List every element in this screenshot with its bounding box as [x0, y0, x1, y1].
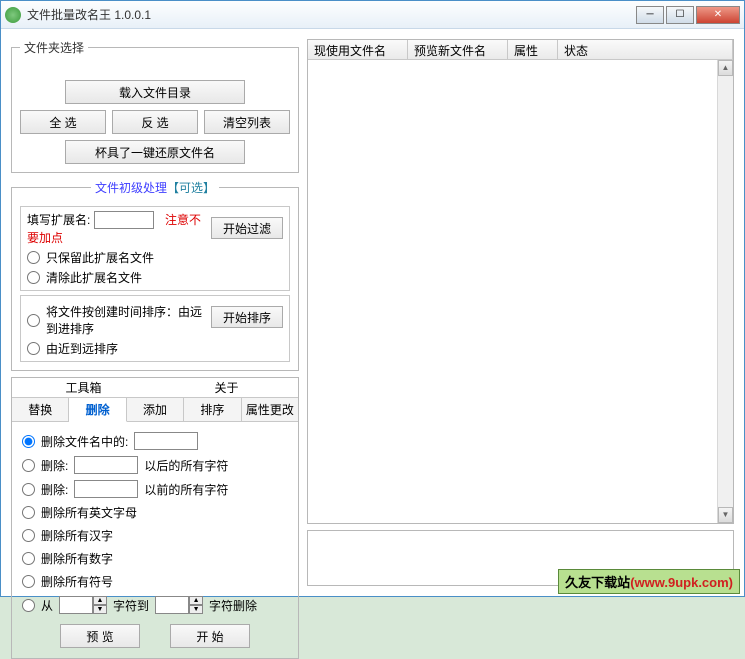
del-digits-radio[interactable]	[22, 552, 35, 565]
range-from-spinner[interactable]: ▲▼	[59, 596, 107, 614]
listview-header: 现使用文件名 预览新文件名 属性 状态	[308, 40, 733, 60]
delete-tab-body: 删除文件名中的: 删除:以后的所有字符 删除:以前的所有字符 删除所有英文字母 …	[12, 422, 298, 658]
del-range-radio[interactable]	[22, 599, 35, 612]
app-window: 文件批量改名王 1.0.0.1 ─ ☐ ✕ 文件夹选择 载入文件目录 全 选 反…	[0, 0, 745, 597]
sort-near-radio[interactable]	[27, 342, 40, 355]
tools-tabs: 工具箱 关于 替换 删除 添加 排序 属性更改 删除文件名中的: 删除:以后的所…	[11, 377, 299, 659]
del-hanzi-radio[interactable]	[22, 529, 35, 542]
tab-add[interactable]: 添加	[127, 398, 184, 421]
start-filter-button[interactable]: 开始过滤	[211, 217, 283, 239]
clear-ext-radio[interactable]	[27, 271, 40, 284]
toolbox-tab[interactable]: 工具箱	[12, 378, 155, 397]
scroll-track[interactable]	[718, 76, 733, 507]
minimize-button[interactable]: ─	[636, 6, 664, 24]
preview-button[interactable]: 预 览	[60, 624, 140, 648]
range-from-input[interactable]	[59, 596, 93, 614]
file-listview[interactable]: 现使用文件名 预览新文件名 属性 状态 ▲ ▼	[307, 39, 734, 524]
top-tabs: 工具箱 关于	[12, 378, 298, 398]
tab-replace[interactable]: 替换	[12, 398, 69, 421]
col-current-name[interactable]: 现使用文件名	[308, 40, 408, 59]
left-panel: 文件夹选择 载入文件目录 全 选 反 选 清空列表 杯具了一键还原文件名 文件初…	[11, 39, 299, 586]
folder-select-group: 文件夹选择 载入文件目录 全 选 反 选 清空列表 杯具了一键还原文件名	[11, 39, 299, 173]
preprocess-group: 文件初级处理【可选】 填写扩展名: 注意不要加点 只保留此扩展名文件 清除此扩展…	[11, 179, 299, 371]
col-preview-name[interactable]: 预览新文件名	[408, 40, 508, 59]
down-icon[interactable]: ▼	[93, 605, 107, 614]
restore-names-button[interactable]: 杯具了一键还原文件名	[65, 140, 245, 164]
close-button[interactable]: ✕	[696, 6, 740, 24]
range-to-spinner[interactable]: ▲▼	[155, 596, 203, 614]
start-sort-button[interactable]: 开始排序	[211, 306, 283, 328]
keep-ext-radio[interactable]	[27, 251, 40, 264]
del-after-input[interactable]	[74, 456, 138, 474]
ext-filter-box: 填写扩展名: 注意不要加点 只保留此扩展名文件 清除此扩展名文件 开始过滤	[20, 206, 290, 291]
col-attr[interactable]: 属性	[508, 40, 558, 59]
scroll-down-icon[interactable]: ▼	[718, 507, 733, 523]
vertical-scrollbar[interactable]: ▲ ▼	[717, 60, 733, 523]
about-tab[interactable]: 关于	[155, 378, 298, 397]
ext-input[interactable]	[94, 211, 154, 229]
del-contains-radio[interactable]	[22, 435, 35, 448]
scroll-up-icon[interactable]: ▲	[718, 60, 733, 76]
load-folder-button[interactable]: 载入文件目录	[65, 80, 245, 104]
watermark: 久友下载站(www.9upk.com)	[558, 569, 740, 594]
maximize-button[interactable]: ☐	[666, 6, 694, 24]
right-panel: 现使用文件名 预览新文件名 属性 状态 ▲ ▼	[307, 39, 734, 586]
start-button[interactable]: 开 始	[170, 624, 250, 648]
sort-far-radio[interactable]	[27, 314, 40, 327]
tab-delete[interactable]: 删除	[69, 398, 126, 422]
preprocess-legend: 文件初级处理【可选】	[91, 179, 219, 196]
app-icon	[5, 7, 21, 23]
sort-box: 将文件按创建时间排序：由远到进排序 由近到远排序 开始排序	[20, 295, 290, 362]
select-all-button[interactable]: 全 选	[20, 110, 106, 134]
col-status[interactable]: 状态	[558, 40, 733, 59]
client-area: 文件夹选择 载入文件目录 全 选 反 选 清空列表 杯具了一键还原文件名 文件初…	[1, 29, 744, 596]
titlebar[interactable]: 文件批量改名王 1.0.0.1 ─ ☐ ✕	[1, 1, 744, 29]
clear-list-button[interactable]: 清空列表	[204, 110, 290, 134]
listview-body[interactable]	[308, 60, 717, 523]
del-before-radio[interactable]	[22, 483, 35, 496]
down-icon[interactable]: ▼	[189, 605, 203, 614]
del-before-input[interactable]	[74, 480, 138, 498]
invert-select-button[interactable]: 反 选	[112, 110, 198, 134]
tab-attr[interactable]: 属性更改	[242, 398, 298, 421]
up-icon[interactable]: ▲	[189, 596, 203, 605]
ext-label: 填写扩展名:	[27, 211, 90, 228]
window-controls: ─ ☐ ✕	[636, 6, 740, 24]
tab-sort[interactable]: 排序	[184, 398, 241, 421]
del-contains-input[interactable]	[134, 432, 198, 450]
del-letters-radio[interactable]	[22, 506, 35, 519]
sub-tabs: 替换 删除 添加 排序 属性更改	[12, 398, 298, 422]
del-symbols-radio[interactable]	[22, 575, 35, 588]
window-title: 文件批量改名王 1.0.0.1	[27, 6, 636, 23]
del-after-radio[interactable]	[22, 459, 35, 472]
up-icon[interactable]: ▲	[93, 596, 107, 605]
folder-legend: 文件夹选择	[20, 39, 88, 56]
range-to-input[interactable]	[155, 596, 189, 614]
